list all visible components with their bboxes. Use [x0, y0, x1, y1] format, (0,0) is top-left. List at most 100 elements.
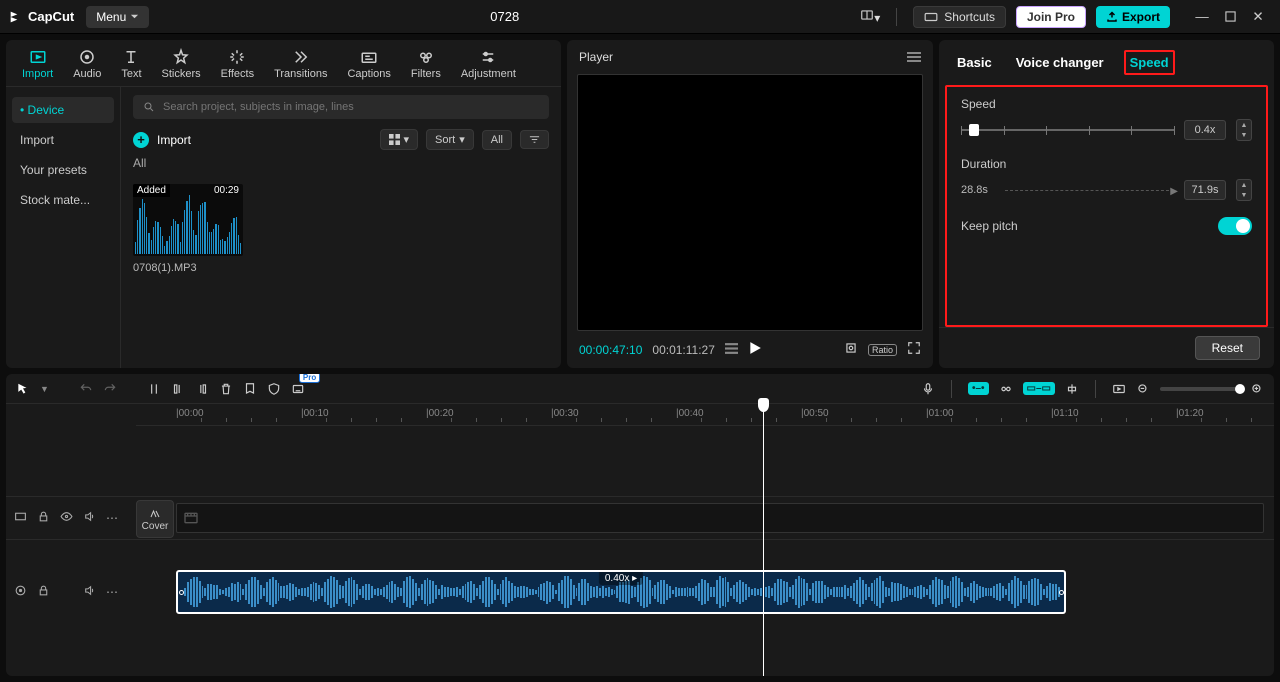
redo-button[interactable] — [103, 382, 117, 396]
speed-value[interactable]: 0.4x — [1184, 120, 1226, 140]
snap-chip-1[interactable]: •–• — [968, 382, 989, 395]
trim-left-tool[interactable] — [171, 382, 185, 396]
ratio-badge[interactable]: Ratio — [868, 344, 897, 356]
player-label: Player — [579, 50, 613, 64]
menu-button[interactable]: Menu — [86, 6, 149, 28]
tab-speed[interactable]: Speed — [1124, 50, 1175, 75]
more-icon[interactable]: ⋯ — [106, 585, 118, 599]
export-button[interactable]: Export — [1096, 6, 1170, 28]
filter-icon-button[interactable] — [520, 130, 549, 149]
pointer-dropdown[interactable]: ▼ — [40, 384, 49, 394]
reset-button[interactable]: Reset — [1195, 336, 1260, 360]
undo-button[interactable] — [79, 382, 93, 396]
duration-track[interactable]: ▶ — [1005, 190, 1174, 191]
caption-tool[interactable]: Pro — [291, 382, 305, 396]
eye-icon[interactable] — [60, 510, 73, 526]
total-time: 00:01:11:27 — [652, 343, 715, 357]
search-bar[interactable] — [133, 95, 549, 119]
shortcuts-button[interactable]: Shortcuts — [913, 6, 1006, 28]
join-pro-button[interactable]: Join Pro — [1016, 6, 1086, 28]
fullscreen-icon[interactable] — [907, 341, 921, 358]
sidebar-item-device[interactable]: • Device — [12, 97, 114, 123]
clip-handle-right[interactable] — [1058, 572, 1064, 612]
keep-pitch-toggle[interactable] — [1218, 217, 1252, 235]
view-grid-button[interactable]: ▾ — [380, 129, 419, 150]
sidebar-item-your-presets[interactable]: Your presets — [12, 157, 114, 183]
link-icon[interactable] — [999, 382, 1013, 396]
split-tool[interactable] — [147, 382, 161, 396]
preview-icon[interactable] — [1112, 382, 1126, 396]
top-tab-transitions[interactable]: Transitions — [264, 44, 337, 86]
current-time: 00:00:47:10 — [579, 343, 642, 357]
video-track-placeholder[interactable] — [176, 503, 1264, 533]
top-tab-stickers[interactable]: Stickers — [152, 44, 211, 86]
audio-track-icon[interactable] — [14, 584, 27, 600]
ruler-mark: |01:10 — [1051, 408, 1079, 419]
duration-stepper[interactable]: ▲▼ — [1236, 179, 1252, 201]
ruler-mark: |00:00 — [176, 408, 204, 419]
speed-stepper[interactable]: ▲▼ — [1236, 119, 1252, 141]
lock-icon[interactable] — [37, 584, 50, 600]
align-icon[interactable] — [1065, 382, 1079, 396]
all-heading: All — [133, 156, 549, 170]
top-tab-audio[interactable]: Audio — [63, 44, 111, 86]
top-tab-filters[interactable]: Filters — [401, 44, 451, 86]
sort-button[interactable]: Sort ▾ — [426, 129, 474, 150]
added-badge: Added — [133, 184, 170, 197]
layout-icon[interactable]: ▾ — [860, 8, 880, 25]
top-tab-text[interactable]: Text — [111, 44, 151, 86]
more-icon[interactable]: ⋯ — [106, 511, 118, 525]
playhead[interactable] — [763, 404, 764, 676]
top-tab-import[interactable]: Import — [12, 44, 63, 86]
lock-icon[interactable] — [37, 510, 50, 526]
keep-pitch-label: Keep pitch — [961, 219, 1018, 233]
zoom-slider[interactable] — [1160, 387, 1240, 391]
player-menu-icon[interactable] — [907, 52, 921, 62]
import-plus-icon[interactable]: + — [133, 132, 149, 148]
clip-speed-label: 0.40x ▸ — [599, 572, 643, 585]
list-icon[interactable] — [725, 342, 738, 358]
filter-all-button[interactable]: All — [482, 130, 512, 150]
duration-value[interactable]: 71.9s — [1184, 180, 1226, 200]
tab-basic[interactable]: Basic — [953, 52, 996, 73]
import-label: Import — [157, 133, 372, 147]
marker-tool[interactable] — [243, 382, 257, 396]
tab-voice-changer[interactable]: Voice changer — [1012, 52, 1108, 73]
ruler-mark: |00:10 — [301, 408, 329, 419]
player-viewport[interactable] — [577, 74, 923, 331]
export-label: Export — [1122, 10, 1160, 24]
search-input[interactable] — [163, 101, 539, 113]
app-logo: CapCut — [8, 9, 74, 25]
sidebar-item-stock-mate-[interactable]: Stock mate... — [12, 187, 114, 213]
mute-icon[interactable] — [83, 584, 96, 600]
mic-icon[interactable] — [921, 382, 935, 396]
delete-tool[interactable] — [219, 382, 233, 396]
window-close-button[interactable]: ✕ — [1244, 3, 1272, 31]
duration-label: Duration — [961, 157, 1252, 171]
zoom-out-button[interactable] — [1136, 382, 1150, 396]
ruler-mark: |00:20 — [426, 408, 454, 419]
media-item[interactable]: Added 00:29 0708(1).MP3 — [133, 184, 243, 274]
media-name: 0708(1).MP3 — [133, 262, 243, 274]
menu-label: Menu — [96, 10, 126, 24]
cover-button[interactable]: Cover — [136, 500, 174, 538]
shield-tool[interactable] — [267, 382, 281, 396]
audio-clip[interactable]: 0.40x ▸ — [176, 570, 1066, 614]
window-minimize-button[interactable]: ― — [1188, 3, 1216, 31]
window-maximize-button[interactable] — [1216, 3, 1244, 31]
zoom-in-button[interactable] — [1250, 382, 1264, 396]
video-track-icon[interactable] — [14, 510, 27, 526]
pointer-tool[interactable] — [16, 382, 30, 396]
top-tab-adjustment[interactable]: Adjustment — [451, 44, 526, 86]
top-tab-captions[interactable]: Captions — [337, 44, 400, 86]
shortcuts-label: Shortcuts — [944, 10, 995, 24]
speed-slider[interactable] — [961, 124, 1174, 136]
clip-handle-left[interactable] — [178, 572, 184, 612]
crop-icon[interactable] — [844, 341, 858, 358]
mute-icon[interactable] — [83, 510, 96, 526]
top-tab-effects[interactable]: Effects — [211, 44, 264, 86]
play-button[interactable] — [748, 341, 762, 358]
snap-chip-2[interactable]: ▭–▭ — [1023, 382, 1055, 395]
trim-right-tool[interactable] — [195, 382, 209, 396]
sidebar-item-import[interactable]: Import — [12, 127, 114, 153]
